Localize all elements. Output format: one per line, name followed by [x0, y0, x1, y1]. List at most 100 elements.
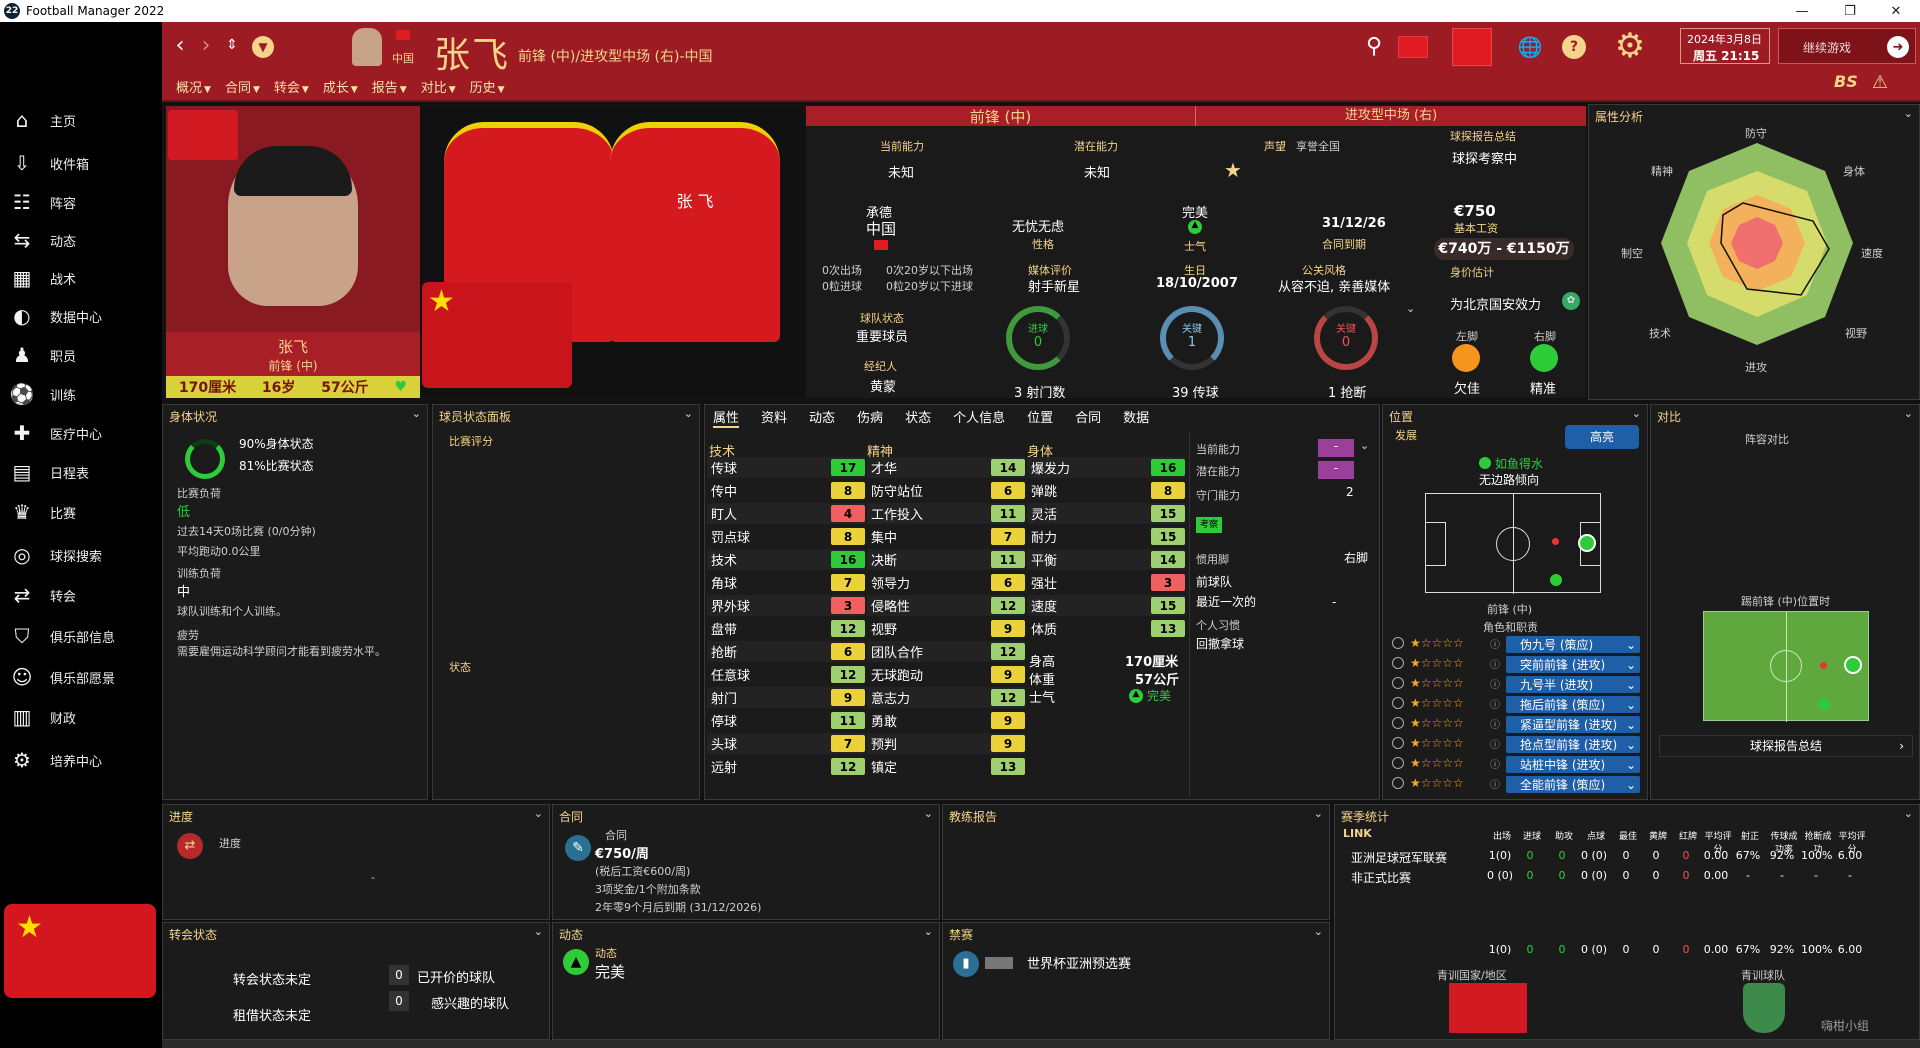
link-button[interactable]: LINK: [1343, 827, 1372, 840]
role-dropdown[interactable]: 抢点型前锋 (进攻) ⌄: [1506, 736, 1640, 753]
sidebar-item-medical[interactable]: ✚ 医疗中心: [8, 419, 158, 447]
dropdown-circle-icon[interactable]: ▼: [252, 36, 274, 58]
scout-badge[interactable]: 考察: [1196, 517, 1222, 533]
info-icon[interactable]: ⓘ: [1490, 676, 1500, 691]
date-time-button[interactable]: 2024年3月8日 周五 21:15: [1680, 28, 1770, 64]
info-icon[interactable]: ⓘ: [1490, 656, 1500, 671]
sidebar-item-inbox[interactable]: ⇩ 收件箱: [8, 149, 158, 177]
subtab-stats[interactable]: 数据: [1123, 407, 1149, 428]
sidebar-item-finances[interactable]: ▥ 财政: [8, 703, 158, 731]
role-row[interactable]: ★☆☆☆☆ ⓘ 突前前锋 (进攻) ⌄: [1388, 656, 1640, 674]
chevron-down-icon[interactable]: ⌄: [1904, 107, 1913, 120]
tab-development[interactable]: 成长 ▼: [323, 77, 358, 96]
chevron-down-icon[interactable]: ⌄: [1314, 807, 1323, 820]
info-icon[interactable]: ⓘ: [1490, 696, 1500, 711]
scout-report-summary-button[interactable]: 球探报告总结 ›: [1659, 735, 1913, 757]
role-dropdown[interactable]: 伪九号 (策应) ⌄: [1506, 636, 1640, 653]
sidebar-item-data-hub[interactable]: ◐ 数据中心: [8, 302, 158, 330]
tab-compare[interactable]: 对比 ▼: [421, 77, 456, 96]
back-icon[interactable]: ‹: [168, 30, 192, 60]
club-flag-button[interactable]: [1452, 28, 1492, 66]
role-row[interactable]: ★☆☆☆☆ ⓘ 拖后前锋 (策应) ⌄: [1388, 696, 1640, 714]
sidebar-item-competitions[interactable]: ♛ 比赛: [8, 498, 158, 526]
info-icon[interactable]: ⓘ: [1490, 716, 1500, 731]
sidebar-item-squad[interactable]: ☷ 阵容: [8, 188, 158, 216]
sidebar-item-home[interactable]: ⌂ 主页: [8, 106, 158, 134]
radio-icon[interactable]: [1392, 717, 1404, 729]
highlight-dropdown[interactable]: 高亮: [1565, 425, 1639, 449]
role-dropdown[interactable]: 站桩中锋 (进攻) ⌄: [1506, 756, 1640, 773]
radio-icon[interactable]: [1392, 637, 1404, 649]
radio-icon[interactable]: [1392, 677, 1404, 689]
radio-icon[interactable]: [1392, 697, 1404, 709]
subtab-positions[interactable]: 位置: [1027, 407, 1053, 428]
sidebar-item-club-vision[interactable]: ☺ 俱乐部愿景: [8, 663, 158, 691]
subtab-profile[interactable]: 资料: [761, 407, 787, 428]
role-dropdown[interactable]: 突前前锋 (进攻) ⌄: [1506, 656, 1640, 673]
role-row[interactable]: ★☆☆☆☆ ⓘ 九号半 (进攻) ⌄: [1388, 676, 1640, 694]
chevron-down-icon[interactable]: ⌄: [534, 925, 543, 938]
sidebar-item-staff[interactable]: ♟ 职员: [8, 341, 158, 369]
radio-icon[interactable]: [1392, 757, 1404, 769]
role-dropdown[interactable]: 九号半 (进攻) ⌄: [1506, 676, 1640, 693]
tab-history[interactable]: 历史 ▼: [470, 77, 505, 96]
help-icon[interactable]: ?: [1562, 35, 1586, 59]
sidebar-item-scouting[interactable]: ◎ 球探搜索: [8, 541, 158, 569]
chevron-down-icon[interactable]: ⌄: [534, 807, 543, 820]
role-row[interactable]: ★☆☆☆☆ ⓘ 全能前锋 (策应) ⌄: [1388, 776, 1640, 794]
bottom-scroll-bar[interactable]: [162, 1040, 1920, 1048]
info-icon[interactable]: ⓘ: [1490, 736, 1500, 751]
tab-transfer[interactable]: 转会 ▼: [274, 77, 309, 96]
subtab-personal[interactable]: 个人信息: [953, 407, 1005, 428]
role-row[interactable]: ★☆☆☆☆ ⓘ 伪九号 (策应) ⌄: [1388, 636, 1640, 654]
subtab-attributes[interactable]: 属性: [713, 407, 740, 428]
info-icon[interactable]: ⓘ: [1490, 636, 1500, 651]
role-dropdown[interactable]: 全能前锋 (策应) ⌄: [1506, 776, 1640, 793]
sidebar-item-calendar[interactable]: ▤ 日程表: [8, 458, 158, 486]
forward-icon[interactable]: ›: [194, 30, 218, 60]
alert-bell-icon[interactable]: ⚠: [1868, 70, 1892, 94]
minimize-icon[interactable]: —: [1782, 0, 1822, 22]
expand-chevron-icon[interactable]: ⌄: [1406, 302, 1415, 315]
tab-reports[interactable]: 报告 ▼: [372, 77, 407, 96]
restore-icon[interactable]: ❐: [1830, 0, 1870, 22]
info-icon[interactable]: ⓘ: [1490, 756, 1500, 771]
subtab-status[interactable]: 状态: [905, 407, 931, 428]
sidebar-item-dynamics[interactable]: ⇆ 动态: [8, 226, 158, 254]
chevron-down-icon[interactable]: ⌄: [684, 407, 693, 420]
tab-contract[interactable]: 合同 ▼: [225, 77, 260, 96]
settings-gear-icon[interactable]: ⚙: [1602, 26, 1658, 66]
sidebar-item-club-info[interactable]: ⛉ 俱乐部信息: [8, 622, 158, 650]
radio-icon[interactable]: [1392, 777, 1404, 789]
continue-button[interactable]: 继续游戏 ➜: [1778, 28, 1916, 64]
sidebar-item-development[interactable]: ⚙ 培养中心: [8, 746, 158, 774]
role-dropdown[interactable]: 拖后前锋 (策应) ⌄: [1506, 696, 1640, 713]
world-icon[interactable]: 🌐: [1510, 34, 1550, 60]
sidebar-item-training[interactable]: ⚽ 训练: [8, 380, 158, 408]
close-icon[interactable]: ✕: [1876, 0, 1916, 22]
role-row[interactable]: ★☆☆☆☆ ⓘ 抢点型前锋 (进攻) ⌄: [1388, 736, 1640, 754]
bs-label[interactable]: BS: [1834, 72, 1858, 91]
subtab-dynamics[interactable]: 动态: [809, 407, 835, 428]
chevron-down-icon[interactable]: ⌄: [1360, 439, 1369, 452]
chevron-down-icon[interactable]: ⌄: [924, 925, 933, 938]
up-down-icon[interactable]: ⇕: [222, 32, 242, 58]
nation-flag-button[interactable]: [1398, 36, 1428, 58]
tab-overview[interactable]: 概况 ▼: [176, 77, 211, 96]
subtab-contract[interactable]: 合同: [1075, 407, 1101, 428]
role-dropdown[interactable]: 紧逼型前锋 (进攻) ⌄: [1506, 716, 1640, 733]
role-row[interactable]: ★☆☆☆☆ ⓘ 紧逼型前锋 (进攻) ⌄: [1388, 716, 1640, 734]
chevron-down-icon[interactable]: ⌄: [1904, 807, 1913, 820]
chevron-down-icon[interactable]: ⌄: [1904, 407, 1913, 420]
role-row[interactable]: ★☆☆☆☆ ⓘ 站桩中锋 (进攻) ⌄: [1388, 756, 1640, 774]
chevron-down-icon[interactable]: ⌄: [1632, 407, 1641, 420]
subtab-injury[interactable]: 伤病: [857, 407, 883, 428]
sidebar-item-tactics[interactable]: ▦ 战术: [8, 264, 158, 292]
chevron-down-icon[interactable]: ⌄: [1314, 925, 1323, 938]
sidebar-item-transfers[interactable]: ⇄ 转会: [8, 581, 158, 609]
chevron-down-icon[interactable]: ⌄: [924, 807, 933, 820]
search-globe-icon[interactable]: ⚲: [1360, 32, 1388, 60]
info-icon[interactable]: ⓘ: [1490, 776, 1500, 791]
radio-icon[interactable]: [1392, 737, 1404, 749]
chevron-down-icon[interactable]: ⌄: [412, 407, 421, 420]
